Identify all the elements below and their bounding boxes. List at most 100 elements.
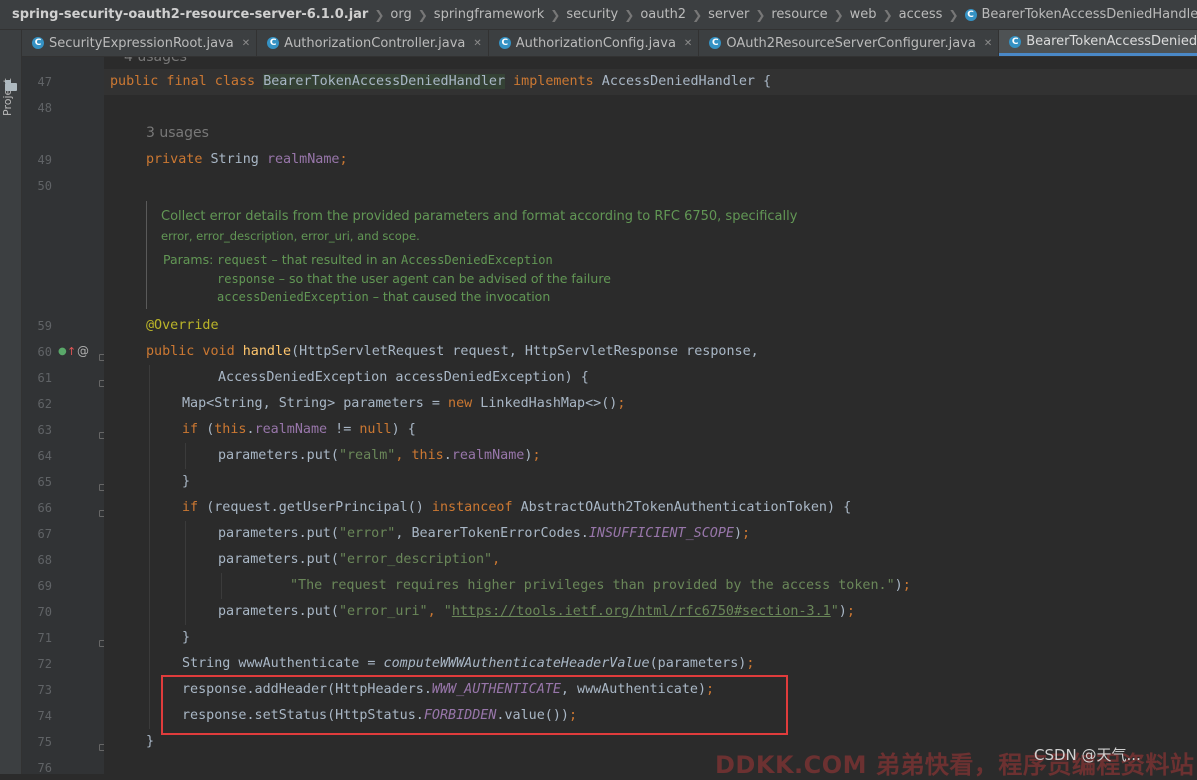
doc-summary: Collect error details from the provided …: [161, 209, 797, 224]
breadcrumb-item-oauth2[interactable]: oauth2: [635, 7, 691, 22]
usage-hint[interactable]: 3 usages: [146, 125, 209, 141]
tab-security-expression-root[interactable]: C SecurityExpressionRoot.java ✕: [22, 30, 257, 56]
doc-param-request: request – that resulted in an AccessDeni…: [217, 252, 553, 267]
breadcrumb-item-web[interactable]: web: [845, 7, 882, 22]
line-number: 75: [22, 735, 52, 749]
usage-hint[interactable]: 4 usages: [124, 57, 187, 65]
rfc-link[interactable]: https://tools.ietf.org/html/rfc6750#sect…: [452, 604, 831, 619]
breadcrumb-separator-icon: ❯: [417, 8, 429, 22]
code-line-65: }: [182, 469, 190, 495]
highlight-box: [161, 675, 788, 735]
code-line-59: @Override: [146, 313, 219, 339]
breadcrumb-separator-icon: ❯: [373, 8, 385, 22]
line-number: 68: [22, 553, 52, 567]
line-number: 76: [22, 761, 52, 774]
line-number: 50: [22, 179, 52, 193]
class-icon: C: [499, 37, 511, 49]
tab-label: SecurityExpressionRoot.java: [49, 36, 234, 51]
line-number: 49: [22, 153, 52, 167]
doc-param-exception: accessDeniedException – that caused the …: [217, 289, 550, 304]
tool-window-strip: Project: [0, 30, 22, 774]
line-number: 65: [22, 475, 52, 489]
breadcrumb-item-resource[interactable]: resource: [766, 7, 832, 22]
line-number: 59: [22, 319, 52, 333]
doc-params-label: Params:: [163, 252, 213, 267]
breadcrumb-separator-icon: ❯: [754, 8, 766, 22]
code-line-61: AccessDeniedException accessDeniedExcept…: [218, 365, 589, 391]
close-icon[interactable]: ✕: [984, 38, 992, 49]
line-number: 69: [22, 579, 52, 593]
breadcrumb-item-security[interactable]: security: [561, 7, 623, 22]
breadcrumb-item-class[interactable]: CBearerTokenAccessDeniedHandler: [960, 7, 1197, 22]
folder-icon: [5, 83, 17, 91]
code-line-64: parameters.put("realm", this.realmName);: [218, 443, 541, 469]
breadcrumb: spring-security-oauth2-resource-server-6…: [0, 0, 1197, 30]
implements-method-icon[interactable]: ●: [58, 346, 67, 357]
line-number: 73: [22, 683, 52, 697]
line-number: 70: [22, 605, 52, 619]
class-icon: C: [267, 37, 279, 49]
code-line-47: public final class BearerTokenAccessDeni…: [110, 69, 771, 95]
line-number: 74: [22, 709, 52, 723]
csdn-watermark: CSDN @天气...: [1034, 744, 1141, 765]
tab-bearer-token-access-denied-handler[interactable]: C BearerTokenAccessDeniedHandler.java ✕: [999, 30, 1197, 56]
tab-label: BearerTokenAccessDeniedHandler.java: [1026, 34, 1197, 49]
code-line-67: parameters.put("error", BearerTokenError…: [218, 521, 750, 547]
class-icon: C: [32, 37, 44, 49]
line-number: 48: [22, 101, 52, 115]
tab-label: AuthorizationController.java: [284, 36, 465, 51]
line-number: 62: [22, 397, 52, 411]
breadcrumb-separator-icon: ❯: [947, 8, 959, 22]
line-number: 47: [22, 75, 52, 89]
class-icon: C: [1009, 36, 1021, 48]
code-line-60: public void handle(HttpServletRequest re…: [146, 339, 759, 365]
code-editor[interactable]: 4 usages public final class BearerTokenA…: [104, 57, 1197, 774]
line-number: 61: [22, 371, 52, 385]
breadcrumb-separator-icon: ❯: [882, 8, 894, 22]
code-line-72: String wwwAuthenticate = computeWWWAuthe…: [182, 651, 754, 677]
line-number: 67: [22, 527, 52, 541]
code-line-62: Map<String, String> parameters = new Lin…: [182, 391, 625, 417]
code-line-70: parameters.put("error_uri", "https://too…: [218, 599, 855, 625]
close-icon[interactable]: ✕: [473, 38, 481, 49]
close-icon[interactable]: ✕: [684, 38, 692, 49]
editor-gutter: 47 48 49 50 59 60 61 62 63 64 65 66 67 6…: [22, 57, 104, 774]
doc-param-response: response – so that the user agent can be…: [217, 271, 611, 286]
code-line-71: }: [182, 625, 190, 651]
line-number: 72: [22, 657, 52, 671]
tab-label: AuthorizationConfig.java: [516, 36, 676, 51]
doc-summary-2: error, error_description, error_uri, and…: [161, 229, 420, 243]
code-line-69: "The request requires higher privileges …: [290, 573, 911, 599]
breadcrumb-separator-icon: ❯: [549, 8, 561, 22]
line-number: 63: [22, 423, 52, 437]
breadcrumb-item-org[interactable]: org: [385, 7, 416, 22]
indent-guide: [149, 365, 150, 729]
code-line-49: private String realmName;: [146, 147, 348, 173]
project-tool-button[interactable]: Project: [1, 66, 21, 128]
breadcrumb-separator-icon: ❯: [623, 8, 635, 22]
indent-guide: [185, 443, 186, 469]
code-line-68: parameters.put("error_description",: [218, 547, 500, 573]
class-icon: C: [709, 37, 721, 49]
line-number: 64: [22, 449, 52, 463]
breadcrumb-item-access[interactable]: access: [894, 7, 948, 22]
tab-authorization-controller[interactable]: C AuthorizationController.java ✕: [257, 30, 489, 56]
breadcrumb-separator-icon: ❯: [833, 8, 845, 22]
override-arrow-icon[interactable]: ↑: [67, 345, 76, 358]
indent-guide: [221, 573, 222, 599]
breadcrumb-separator-icon: ❯: [691, 8, 703, 22]
class-icon: C: [965, 9, 977, 21]
breadcrumb-item-springframework[interactable]: springframework: [429, 7, 549, 22]
tab-oauth2-resource-server-configurer[interactable]: C OAuth2ResourceServerConfigurer.java ✕: [699, 30, 999, 56]
line-number: 66: [22, 501, 52, 515]
code-line-75: }: [146, 729, 154, 755]
breadcrumb-item-jar[interactable]: spring-security-oauth2-resource-server-6…: [0, 7, 373, 22]
code-line-66: if (request.getUserPrincipal() instanceo…: [182, 495, 851, 521]
javadoc-block: Collect error details from the provided …: [146, 201, 786, 309]
breadcrumb-item-server[interactable]: server: [703, 7, 754, 22]
close-icon[interactable]: ✕: [242, 38, 250, 49]
tab-authorization-config[interactable]: C AuthorizationConfig.java ✕: [489, 30, 700, 56]
annotation-at-icon[interactable]: @: [77, 344, 89, 358]
editor-tabs: C SecurityExpressionRoot.java ✕ C Author…: [22, 30, 1197, 57]
indent-guide: [185, 521, 186, 625]
